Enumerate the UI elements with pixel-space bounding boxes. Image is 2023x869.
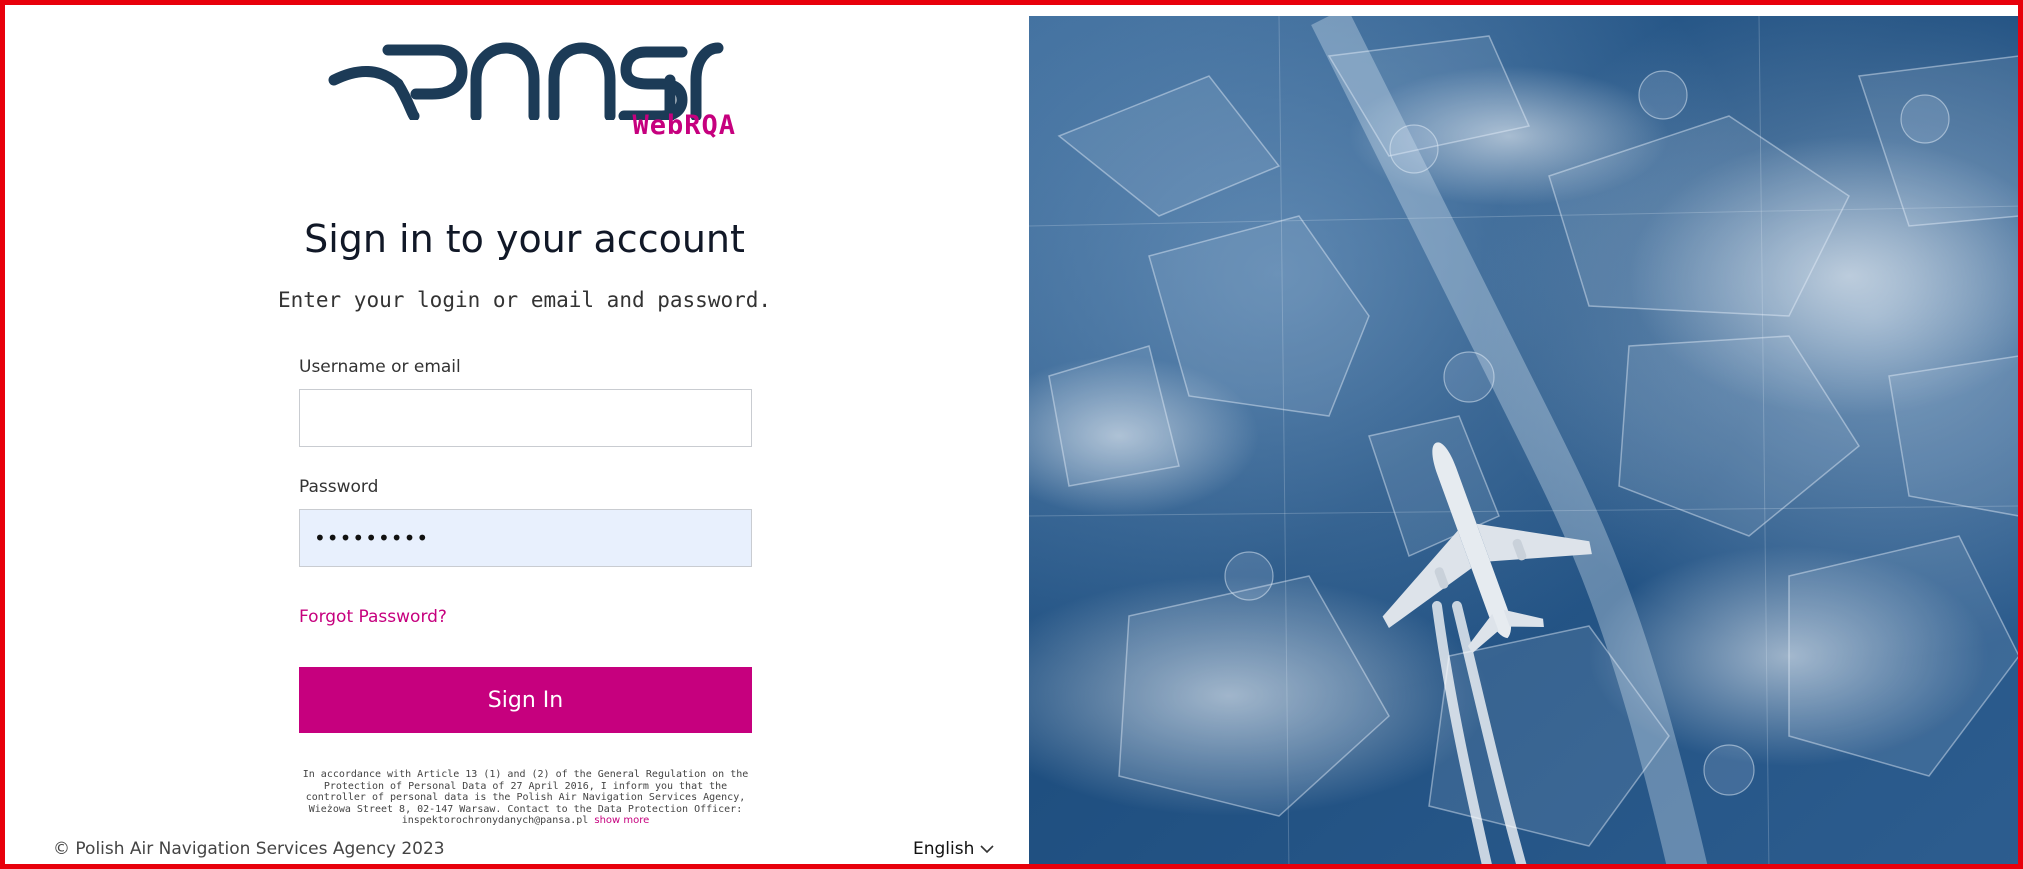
product-name: WebRQA [632, 110, 736, 141]
language-label: English [913, 839, 975, 859]
password-label: Password [299, 477, 379, 497]
username-label: Username or email [299, 357, 461, 377]
hero-image [1029, 16, 2018, 864]
show-more-link[interactable]: show more [594, 815, 649, 826]
pansa-logo-icon [328, 42, 724, 120]
password-input[interactable] [299, 509, 752, 567]
copyright-text: © Polish Air Navigation Services Agency … [53, 839, 445, 859]
privacy-notice-text: In accordance with Article 13 (1) and (2… [302, 769, 749, 826]
username-input[interactable] [299, 389, 752, 447]
login-form: Username or email Password Forgot Passwo… [299, 355, 752, 827]
airplane-illustration [1029, 16, 2018, 864]
forgot-password-link[interactable]: Forgot Password? [299, 607, 447, 627]
brand-logo: WebRQA [328, 40, 736, 150]
app-frame: WebRQA Sign in to your account Enter you… [0, 0, 2023, 869]
chevron-down-icon [980, 845, 994, 854]
login-panel: WebRQA Sign in to your account Enter you… [10, 10, 1029, 864]
page-title: Sign in to your account [304, 217, 745, 261]
language-selector[interactable]: English [913, 839, 994, 859]
privacy-notice: In accordance with Article 13 (1) and (2… [299, 769, 752, 827]
page-subtitle: Enter your login or email and password. [277, 288, 772, 312]
sign-in-button[interactable]: Sign In [299, 667, 752, 733]
